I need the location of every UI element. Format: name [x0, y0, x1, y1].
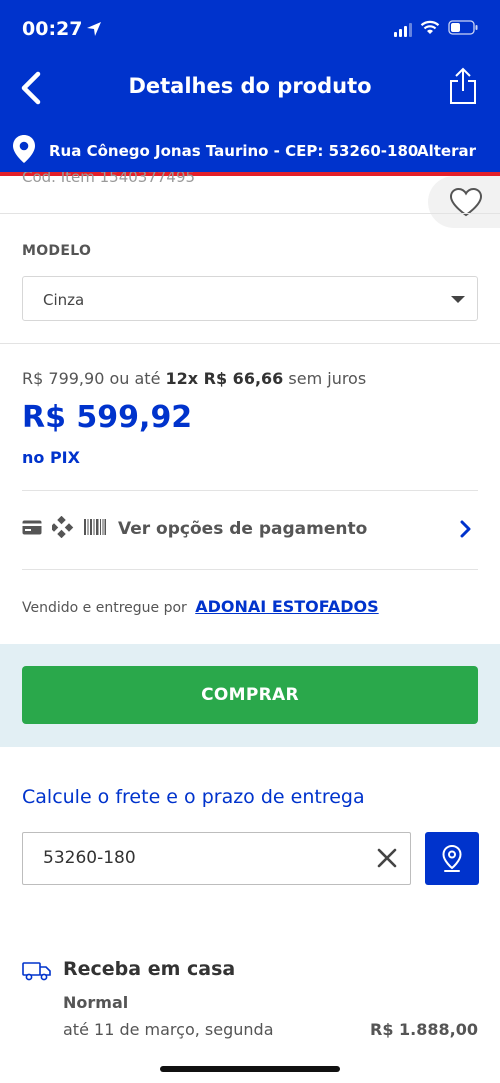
favorite-button[interactable]: [428, 176, 500, 228]
divider: [22, 490, 478, 491]
installments-value: 12x R$ 66,66: [165, 369, 284, 388]
seller-link[interactable]: ADONAI ESTOFADOS: [195, 597, 378, 616]
page-title: Detalhes do produto: [128, 74, 372, 98]
caret-down-icon: [451, 296, 465, 303]
chevron-right-icon: [460, 519, 472, 543]
location-pin-icon: [442, 844, 462, 872]
location-pin-icon: [12, 134, 36, 168]
delivery-date: até 11 de março, segunda: [63, 1020, 274, 1039]
freight-title: Calcule o frete e o prazo de entrega: [22, 786, 365, 808]
battery-icon: [448, 20, 478, 39]
truck-icon: [22, 960, 52, 986]
status-indicators: [394, 20, 478, 39]
model-select-value: Cinza: [43, 291, 85, 309]
installments-prefix: ou até: [109, 369, 161, 388]
delivery-address[interactable]: Rua Cônego Jonas Taurino - CEP: 53260-18…: [49, 142, 418, 160]
seller-info: Vendido e entregue por ADONAI ESTOFADOS: [22, 597, 379, 616]
pix-label: no PIX: [22, 448, 80, 467]
installment-price-text: R$ 799,90 ou até 12x R$ 66,66 sem juros: [22, 369, 366, 388]
barcode-icon: [84, 519, 106, 539]
delivery-price: R$ 1.888,00: [370, 1020, 478, 1039]
pix-icon: [49, 515, 74, 542]
installments-suffix: sem juros: [288, 369, 367, 388]
status-time: 00:27: [22, 18, 83, 40]
seller-prefix: Vendido e entregue por: [22, 600, 187, 616]
change-address-link[interactable]: Alterar: [417, 142, 476, 160]
payment-options-label: Ver opções de pagamento: [118, 519, 368, 539]
delivery-title: Receba em casa: [63, 958, 236, 980]
model-select[interactable]: Cinza: [22, 276, 478, 321]
cep-input[interactable]: 53260-180: [22, 832, 411, 885]
share-button[interactable]: [446, 64, 480, 108]
clear-icon[interactable]: [376, 847, 398, 873]
use-location-button[interactable]: [425, 832, 479, 885]
cep-input-value: 53260-180: [43, 848, 136, 868]
pix-price: R$ 599,92: [22, 400, 193, 435]
divider: [0, 213, 500, 214]
divider: [22, 569, 478, 570]
app-header: 00:27 Detalhes do produto Rua Cônego Jon…: [0, 0, 500, 172]
share-icon: [450, 67, 476, 104]
model-label: MODELO: [22, 243, 92, 259]
item-code: Cod. Item 1540377495: [22, 172, 196, 186]
payment-options-row[interactable]: Ver opções de pagamento: [22, 511, 478, 547]
original-price: R$ 799,90: [22, 369, 105, 388]
wifi-icon: [420, 20, 440, 39]
buy-button[interactable]: COMPRAR: [22, 666, 478, 724]
home-indicator[interactable]: [160, 1066, 340, 1072]
cell-signal-icon: [394, 22, 412, 37]
credit-card-icon: [22, 520, 42, 539]
delivery-type: Normal: [63, 993, 129, 1012]
location-arrow-icon: [86, 21, 102, 41]
divider: [0, 343, 500, 344]
